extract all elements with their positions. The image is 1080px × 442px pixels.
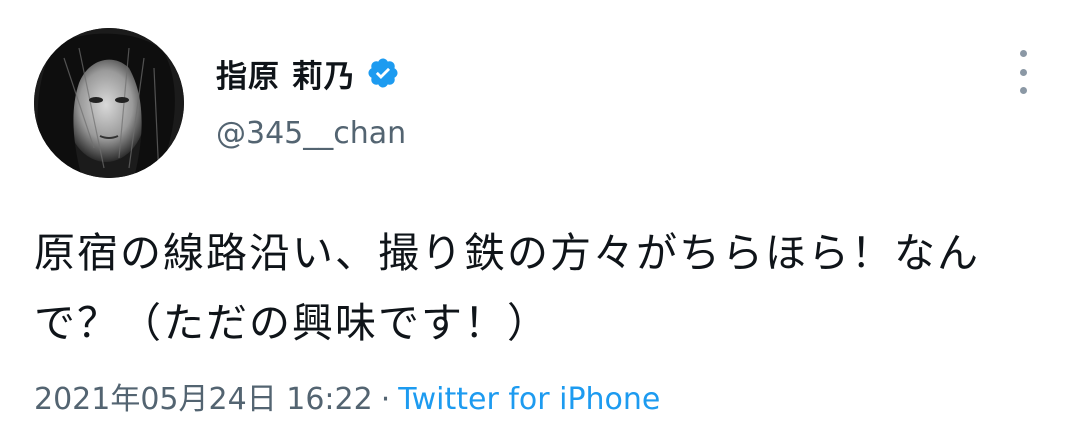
tweet-meta: 2021年05月24日 16:22 · Twitter for iPhone — [34, 374, 660, 418]
author-name-row[interactable]: 指原 莉乃 — [216, 51, 400, 96]
tweet-detail: 指原 莉乃 @345__chan 原宿の線路沿い、撮り鉄の方々がちらほら！なんで… — [0, 0, 1080, 442]
tweet-timestamp[interactable]: 2021年05月24日 16:22 — [34, 382, 373, 417]
more-dot — [1019, 50, 1027, 57]
author-handle[interactable]: @345__chan — [216, 116, 406, 151]
tweet-source-link[interactable]: Twitter for iPhone — [398, 382, 660, 417]
avatar-image — [34, 28, 184, 178]
display-name[interactable]: 指原 莉乃 — [216, 51, 356, 96]
verified-badge-icon — [366, 56, 400, 90]
more-dot — [1019, 87, 1027, 94]
more-vertical-icon[interactable] — [1008, 50, 1038, 94]
tweet-text: 原宿の線路沿い、撮り鉄の方々がちらほら！なんで？（ただの興味です！） — [34, 229, 980, 347]
meta-separator: · — [380, 382, 391, 417]
more-dot — [1019, 68, 1027, 76]
avatar[interactable] — [34, 28, 184, 178]
